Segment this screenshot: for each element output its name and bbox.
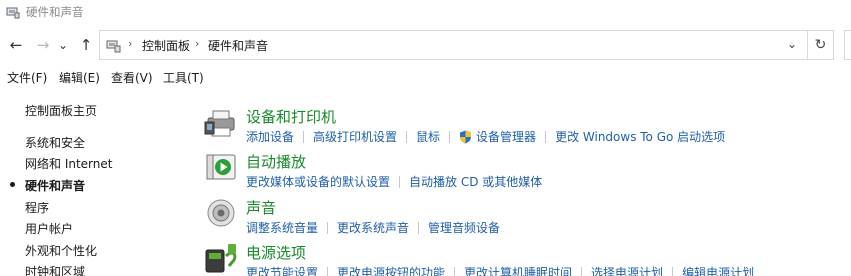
link-divider xyxy=(454,266,456,276)
link-divider xyxy=(545,130,547,143)
refresh-button[interactable]: ↻ xyxy=(808,30,834,60)
category-devices-and-printers: 设备和打印机 添加设备 高级打印机设置 鼠标 设备管理器 更改 Windows … xyxy=(204,106,844,146)
link-divider xyxy=(399,175,401,188)
sidebar-item-control-panel-home[interactable]: 控制面板主页 xyxy=(25,102,97,119)
breadcrumb-control-panel[interactable]: 控制面板 xyxy=(142,37,190,54)
link-advanced-printer-setup[interactable]: 高级打印机设置 xyxy=(313,128,397,145)
address-bar[interactable]: › 控制面板 › 硬件和声音 ⌄ xyxy=(99,30,808,60)
title-bar: 硬件和声音 xyxy=(0,0,851,24)
link-divider xyxy=(303,130,305,143)
speaker-icon xyxy=(207,199,235,227)
link-divider xyxy=(327,221,329,234)
address-dropdown-button[interactable]: ⌄ xyxy=(787,37,797,51)
link-divider xyxy=(672,266,674,276)
breadcrumb-hardware-and-sound[interactable]: 硬件和声音 xyxy=(208,37,268,54)
menu-bar: 文件(F) 编辑(E) 查看(V) 工具(T) xyxy=(0,68,851,88)
link-adjust-volume[interactable]: 调整系统音量 xyxy=(246,219,318,236)
link-change-system-sounds[interactable]: 更改系统声音 xyxy=(337,219,409,236)
link-divider xyxy=(449,130,451,143)
power-icon xyxy=(205,244,237,273)
link-divider xyxy=(406,130,408,143)
link-power-button-function[interactable]: 更改电源按钮的功能 xyxy=(337,264,445,276)
link-divider xyxy=(327,266,329,276)
back-button[interactable]: ← xyxy=(6,35,26,55)
link-mouse[interactable]: 鼠标 xyxy=(416,128,440,145)
link-choose-power-plan[interactable]: 选择电源计划 xyxy=(591,264,663,276)
sidebar: 控制面板主页 系统和安全 网络和 Internet 硬件和声音 程序 用户帐户 … xyxy=(0,96,190,276)
printer-icon xyxy=(204,110,235,137)
menu-edit[interactable]: 编辑(E) xyxy=(59,69,100,86)
menu-view[interactable]: 查看(V) xyxy=(111,69,153,86)
link-edit-power-plan[interactable]: 编辑电源计划 xyxy=(682,264,754,276)
link-divider xyxy=(581,266,583,276)
link-device-manager[interactable]: 设备管理器 xyxy=(476,128,536,145)
category-links: 添加设备 高级打印机设置 鼠标 设备管理器 更改 Windows To Go 启… xyxy=(246,128,725,145)
category-title[interactable]: 声音 xyxy=(246,197,276,218)
link-sleep-time[interactable]: 更改计算机睡眠时间 xyxy=(464,264,572,276)
sidebar-item-appearance[interactable]: 外观和个性化 xyxy=(25,242,97,259)
recent-locations-button[interactable]: ⌄ xyxy=(56,35,70,55)
link-change-power-saving[interactable]: 更改节能设置 xyxy=(246,264,318,276)
search-input[interactable] xyxy=(844,30,851,60)
category-links: 调整系统音量 更改系统声音 管理音频设备 xyxy=(246,219,500,236)
category-title[interactable]: 自动播放 xyxy=(246,151,306,172)
link-add-device[interactable]: 添加设备 xyxy=(246,128,294,145)
link-autoplay-cd[interactable]: 自动播放 CD 或其他媒体 xyxy=(409,173,542,190)
control-panel-icon xyxy=(106,40,121,53)
menu-file[interactable]: 文件(F) xyxy=(7,69,47,86)
current-item-bullet xyxy=(10,182,15,187)
sidebar-item-user-accounts[interactable]: 用户帐户 xyxy=(25,220,73,237)
category-sound: 声音 调整系统音量 更改系统声音 管理音频设备 xyxy=(204,197,844,237)
category-title[interactable]: 电源选项 xyxy=(246,242,306,263)
control-panel-icon xyxy=(6,7,20,19)
category-links: 更改媒体或设备的默认设置 自动播放 CD 或其他媒体 xyxy=(246,173,542,190)
window-title: 硬件和声音 xyxy=(26,5,84,19)
sidebar-item-clock-and-region[interactable]: 时钟和区域 xyxy=(25,263,85,276)
link-divider xyxy=(418,221,420,234)
category-links: 更改节能设置 更改电源按钮的功能 更改计算机睡眠时间 选择电源计划 编辑电源计划 xyxy=(246,264,754,276)
category-title[interactable]: 设备和打印机 xyxy=(246,106,336,127)
menu-tools[interactable]: 工具(T) xyxy=(163,69,204,86)
autoplay-icon xyxy=(206,154,236,180)
link-change-default-settings[interactable]: 更改媒体或设备的默认设置 xyxy=(246,173,390,190)
sidebar-item-network-and-internet[interactable]: 网络和 Internet xyxy=(25,155,112,172)
admin-shield-icon xyxy=(460,130,472,143)
sidebar-item-hardware-and-sound[interactable]: 硬件和声音 xyxy=(25,177,85,194)
address-row: ← → ⌄ ↑ › 控制面板 › 硬件和声音 ⌄ ↻ xyxy=(0,28,851,62)
up-button[interactable]: ↑ xyxy=(76,35,96,55)
sidebar-item-system-and-security[interactable]: 系统和安全 xyxy=(25,134,85,151)
category-autoplay: 自动播放 更改媒体或设备的默认设置 自动播放 CD 或其他媒体 xyxy=(204,151,844,191)
breadcrumb-separator[interactable]: › xyxy=(195,37,199,50)
category-power-options: 电源选项 更改节能设置 更改电源按钮的功能 更改计算机睡眠时间 选择电源计划 编… xyxy=(204,242,844,276)
breadcrumb-separator[interactable]: › xyxy=(128,37,132,50)
forward-button[interactable]: → xyxy=(33,35,53,55)
link-manage-audio-devices[interactable]: 管理音频设备 xyxy=(428,219,500,236)
sidebar-item-programs[interactable]: 程序 xyxy=(25,199,49,216)
link-windows-to-go-startup[interactable]: 更改 Windows To Go 启动选项 xyxy=(555,128,725,145)
